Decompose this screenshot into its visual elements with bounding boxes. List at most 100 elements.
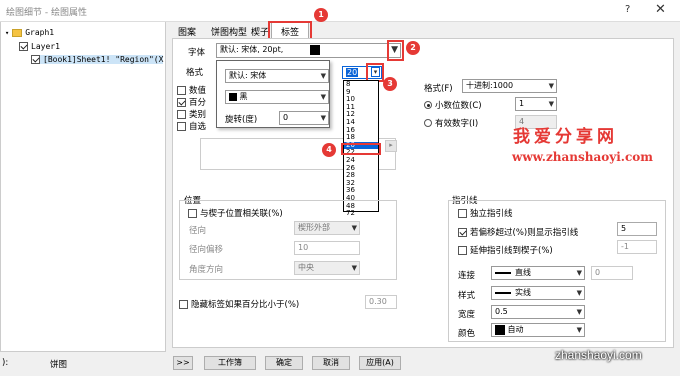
hide-label: 隐藏标签如果百分比小于(%) [191,300,300,310]
color-value: 自动 [507,325,524,334]
apply-button[interactable]: 应用(A) [359,356,401,370]
rotate-label: 旋转(度) [225,115,258,125]
angle-label: 角度方向 [189,265,224,275]
chevron-down-icon[interactable]: ▼ [577,287,582,299]
ok-button[interactable]: 确定 [265,356,303,370]
sig-radio[interactable] [424,119,432,127]
extend-checkbox[interactable] [458,245,467,255]
chevron-down-icon[interactable]: ▼ [549,80,554,92]
chevron-down-icon[interactable]: ▼ [321,112,326,124]
chevron-down-icon[interactable]: ▼ [577,324,582,336]
angle-value: 中央 [298,263,314,272]
tree-item-sheet[interactable]: [Book1]Sheet1! "Region"(X [31,55,164,64]
tab-pie-config[interactable]: 饼图构型 [208,25,250,38]
badge-1: 1 [314,8,328,22]
extend-label: 延伸指引线到楔子(%) [470,246,553,256]
tree-item-layer[interactable]: Layer1 [19,42,60,51]
rotate-value: 0 [283,113,289,122]
custom-check-label: 自选 [189,122,207,132]
width-combo[interactable]: 0.5 ▼ [491,305,585,319]
radial-combo[interactable]: 楔形外部 ▼ [294,221,360,235]
window-title: 绘图细节 - 绘图属性 [6,8,87,18]
font-color-value: 黑 [239,92,248,101]
style-combo[interactable]: 实线 ▼ [491,286,585,300]
chevron-down-icon[interactable]: ▼ [577,306,582,318]
status-plot-type: 饼图 [50,360,68,370]
custom-format-arrow[interactable]: ▸ [385,140,397,152]
custom-checkbox[interactable] [177,121,186,131]
font-combo[interactable]: 默认: 宋体, 20pt, ▼ [216,43,401,58]
font-face-combo[interactable]: 默认: 宋体 ▼ [225,69,329,83]
numformat-combo[interactable]: 十进制:1000 ▼ [462,79,557,93]
font-color-combo[interactable]: 黑 ▼ [225,90,329,104]
help-button[interactable]: ? [625,4,630,15]
radial-label: 径向 [189,226,207,236]
extend-row[interactable]: 延伸指引线到楔子(%) [458,244,553,256]
color-label: 颜色 [458,329,476,339]
chevron-down-icon[interactable]: ▼ [577,267,582,279]
badge-4: 4 [322,143,336,157]
watermark-url: www.zhanshaoyi.com [512,150,653,164]
sheet-checkbox[interactable] [31,55,40,64]
font-popup: 默认: 宋体 ▼ 黑 ▼ 旋转(度) 0 ▼ [216,60,330,128]
layer-tree: ▾ Graph1 Layer1 [Book1]Sheet1! "Region"(… [0,22,166,352]
line-icon [495,291,511,294]
category-checkbox[interactable] [177,109,186,119]
workbook-button[interactable]: 工作簿 [204,356,256,370]
threshold-input[interactable]: 5 [617,222,657,236]
offset-input[interactable]: 10 [294,241,360,255]
offset-label: 径向偏移 [189,245,224,255]
tree-item-graph[interactable]: ▾ Graph1 [5,28,54,37]
highlight-font-dropdown [387,40,404,61]
independent-row[interactable]: 独立指引线 [458,207,513,219]
tree-graph-label: Graph1 [25,28,55,37]
threshold-row[interactable]: 若偏移超过(%)则显示指引线 [458,226,578,238]
tree-layer-label: Layer1 [31,42,60,51]
width-value: 0.5 [495,307,508,316]
chevron-down-icon[interactable]: ▼ [321,70,326,82]
chevron-down-icon[interactable]: ▼ [321,91,326,103]
rotate-combo[interactable]: 0 ▼ [279,111,329,125]
extend-input[interactable]: -1 [617,240,657,254]
font-face-value: 默认: 宋体 [229,71,267,80]
connect-combo[interactable]: 直线 ▼ [491,266,585,280]
assoc-checkbox[interactable] [188,208,197,218]
sig-radio-row[interactable]: 有效数字(I) [424,117,478,129]
layer-checkbox[interactable] [19,42,28,51]
watermark-url-bottom: zhanshaoyi.com [555,348,642,362]
chevron-down-icon[interactable]: ▼ [352,262,357,274]
decimal-combo[interactable]: 1 ▼ [515,97,557,111]
angle-combo[interactable]: 中央 ▼ [294,261,360,275]
hide-input[interactable]: 0.30 [365,295,397,309]
hide-row[interactable]: 隐藏标签如果百分比小于(%) [179,298,299,310]
category-check-label: 类别 [189,110,207,120]
font-size-value: 20 [346,68,359,77]
badge-2: 2 [406,41,420,55]
value-check-label: 数值 [189,86,207,96]
collapse-icon[interactable]: ▾ [5,29,9,37]
sig-label: 有效数字(I) [435,119,479,129]
percent-checkbox[interactable] [177,97,186,107]
value-checkbox[interactable] [177,85,186,95]
chevron-down-icon[interactable]: ▼ [549,98,554,110]
decimal-radio-row[interactable]: 小数位数(C) [424,99,482,111]
tree-sheet-label: [Book1]Sheet1! "Region"(X [43,55,164,64]
connect-input[interactable]: 0 [591,266,633,280]
tab-pattern[interactable]: 图案 [175,25,199,38]
decimal-label: 小数位数(C) [435,101,482,111]
percent-check-label: 百分 [189,98,207,108]
close-button[interactable]: ✕ [655,2,666,17]
assoc-row[interactable]: 与楔子位置相关联(%) [188,207,283,219]
cancel-button[interactable]: 取消 [312,356,350,370]
title-bar: 绘图细节 - 绘图属性 ? ✕ [0,0,680,22]
hide-checkbox[interactable] [179,299,188,309]
line-icon [495,271,511,274]
color-combo[interactable]: 自动 ▼ [491,323,585,337]
decimal-radio[interactable] [424,101,432,109]
watermark-cn: 我爱分享网 [513,127,618,147]
chevron-down-icon[interactable]: ▼ [352,222,357,234]
independent-label: 独立指引线 [470,209,513,219]
threshold-checkbox[interactable] [458,227,467,237]
expand-button[interactable]: >> [173,356,193,370]
independent-checkbox[interactable] [458,208,467,218]
